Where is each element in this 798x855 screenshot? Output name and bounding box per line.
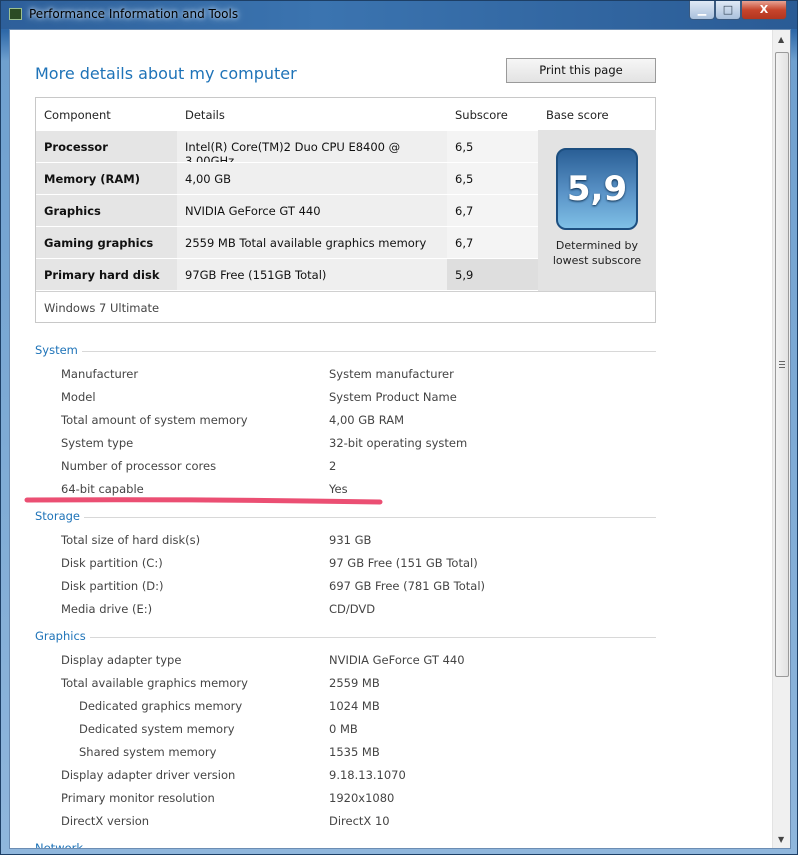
- header-component: Component: [44, 108, 111, 122]
- info-value: 2559 MB: [329, 676, 380, 690]
- score-row: Processor Intel(R) Core(TM)2 Duo CPU E840…: [36, 130, 546, 168]
- close-button[interactable]: X: [741, 1, 787, 20]
- vertical-scrollbar[interactable]: ▲ ▼: [772, 30, 790, 848]
- component-details: Intel(R) Core(TM)2 Duo CPU E8400 @ 3.00G…: [177, 131, 447, 168]
- info-label: Number of processor cores: [61, 459, 217, 473]
- header-base-score: Base score: [546, 108, 609, 122]
- base-score-badge: 5,9: [556, 148, 638, 230]
- score-row: Gaming graphics 2559 MB Total available g…: [36, 226, 546, 258]
- section-title: Network: [35, 841, 88, 848]
- component-name: Processor: [36, 131, 177, 162]
- score-row: Memory (RAM) 4,00 GB 6,5: [36, 162, 546, 194]
- info-value: CD/DVD: [329, 602, 376, 616]
- info-value: 931 GB: [329, 533, 372, 547]
- grip-icon: [779, 361, 785, 368]
- app-icon: [9, 8, 22, 20]
- info-label: Total size of hard disk(s): [61, 533, 201, 547]
- info-label: Model: [61, 390, 96, 404]
- minimize-button[interactable]: ▁: [689, 1, 715, 20]
- component-subscore: 6,7: [447, 195, 538, 226]
- scroll-thumb[interactable]: [775, 52, 789, 677]
- info-value: NVIDIA GeForce GT 440: [329, 653, 465, 667]
- window-title: Performance Information and Tools: [29, 7, 239, 21]
- component-subscore: 6,5: [447, 163, 538, 194]
- base-score-panel: 5,9 Determined by lowest subscore: [538, 130, 656, 291]
- info-label: Total available graphics memory: [61, 676, 248, 690]
- header-subscore: Subscore: [455, 108, 508, 122]
- component-name: Memory (RAM): [36, 163, 177, 194]
- info-label: Manufacturer: [61, 367, 139, 381]
- info-value: 4,00 GB RAM: [329, 413, 405, 427]
- section-title: Graphics: [35, 629, 90, 643]
- score-table: Component Details Subscore Base score Pr…: [35, 97, 656, 323]
- info-label: Display adapter driver version: [61, 768, 236, 782]
- component-subscore: 6,5: [447, 131, 538, 162]
- maximize-button[interactable]: □: [715, 1, 741, 20]
- section-title: System: [35, 343, 82, 357]
- info-value: System Product Name: [329, 390, 457, 404]
- info-label: DirectX version: [61, 814, 150, 828]
- info-label: Dedicated graphics memory: [79, 699, 243, 713]
- info-label: Media drive (E:): [61, 602, 153, 616]
- component-name: Gaming graphics: [36, 227, 177, 258]
- red-highlight-underline: [24, 497, 383, 505]
- component-details: 97GB Free (151GB Total): [177, 259, 447, 290]
- info-label: Disk partition (C:): [61, 556, 163, 570]
- info-label: Shared system memory: [79, 745, 217, 759]
- info-value: 1024 MB: [329, 699, 380, 713]
- info-label: System type: [61, 436, 134, 450]
- component-name: Primary hard disk: [36, 259, 177, 290]
- info-value: 2: [329, 459, 337, 473]
- score-row: Graphics NVIDIA GeForce GT 440 6,7: [36, 194, 546, 226]
- info-value: 1535 MB: [329, 745, 380, 759]
- info-value: 0 MB: [329, 722, 358, 736]
- section-header-network: Network: [35, 841, 656, 848]
- component-name: Graphics: [36, 195, 177, 226]
- content-area: More details about my computer Print thi…: [9, 29, 791, 849]
- scroll-down-arrow-icon[interactable]: ▼: [778, 835, 784, 844]
- section-header-storage: Storage: [35, 509, 656, 523]
- info-value: 9.18.13.1070: [329, 768, 406, 782]
- component-details: 2559 MB Total available graphics memory: [177, 227, 447, 258]
- info-value: DirectX 10: [329, 814, 390, 828]
- info-value: 1920x1080: [329, 791, 395, 805]
- info-label: Primary monitor resolution: [61, 791, 215, 805]
- info-label: Disk partition (D:): [61, 579, 164, 593]
- base-score-note: Determined by lowest subscore: [552, 239, 642, 267]
- info-label: Display adapter type: [61, 653, 182, 667]
- page-title: More details about my computer: [35, 64, 297, 83]
- info-label: 64-bit capable: [61, 482, 144, 496]
- info-value: System manufacturer: [329, 367, 454, 381]
- section-header-graphics: Graphics: [35, 629, 656, 643]
- info-value: 697 GB Free (781 GB Total): [329, 579, 486, 593]
- component-details: NVIDIA GeForce GT 440: [177, 195, 447, 226]
- info-value: 97 GB Free (151 GB Total): [329, 556, 478, 570]
- title-bar[interactable]: Performance Information and Tools: [1, 1, 797, 29]
- os-edition: Windows 7 Ultimate: [44, 301, 160, 315]
- scroll-up-arrow-icon[interactable]: ▲: [778, 35, 784, 44]
- section-title: Storage: [35, 509, 84, 523]
- component-details: 4,00 GB: [177, 163, 447, 194]
- info-value: 32-bit operating system: [329, 436, 468, 450]
- info-value: Yes: [329, 482, 348, 496]
- component-subscore: 6,7: [447, 227, 538, 258]
- score-row: Primary hard disk 97GB Free (151GB Total)…: [36, 258, 546, 290]
- print-page-button[interactable]: Print this page: [506, 58, 656, 83]
- section-header-system: System: [35, 343, 656, 357]
- component-subscore: 5,9: [447, 259, 538, 290]
- header-details: Details: [185, 108, 225, 122]
- window: Performance Information and Tools ▁ □ X …: [0, 0, 798, 855]
- info-label: Total amount of system memory: [61, 413, 248, 427]
- info-label: Dedicated system memory: [79, 722, 235, 736]
